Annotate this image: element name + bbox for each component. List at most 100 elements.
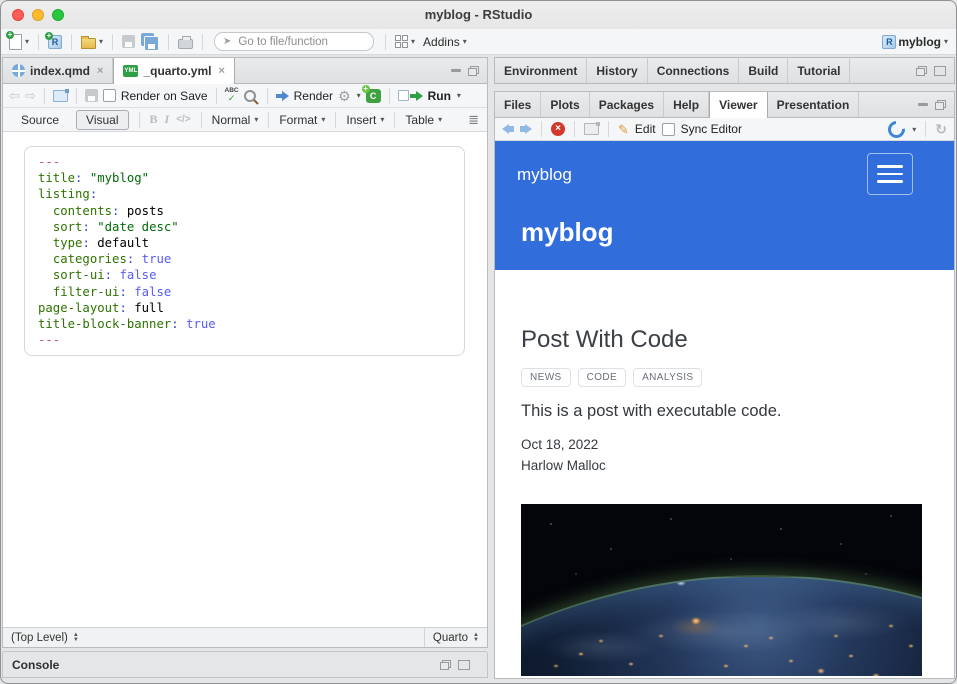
paragraph-style-dropdown[interactable]: Normal ▾ xyxy=(212,113,259,127)
tab-history[interactable]: History xyxy=(587,58,647,83)
outline-toggle-icon[interactable]: ≣ xyxy=(468,112,479,128)
run-button[interactable]: Run xyxy=(428,89,451,103)
new-project-button[interactable]: R+ xyxy=(46,34,64,50)
tab-build[interactable]: Build xyxy=(739,58,788,83)
tab-files[interactable]: Files xyxy=(495,92,541,117)
addins-label: Addins xyxy=(423,35,460,49)
maximize-pane-icon[interactable] xyxy=(934,66,946,76)
yaml-code[interactable]: ---title: "myblog"listing: contents: pos… xyxy=(24,146,465,356)
category-badge[interactable]: ANALYSIS xyxy=(633,368,702,387)
minimize-pane-icon[interactable] xyxy=(451,69,461,72)
restore-pane-icon[interactable] xyxy=(440,660,451,670)
project-menu-button[interactable]: R myblog ▾ xyxy=(880,34,950,50)
close-icon[interactable]: × xyxy=(97,65,103,77)
viewer-back-button[interactable] xyxy=(502,124,514,134)
search-icon[interactable] xyxy=(244,90,256,102)
stop-icon[interactable]: × xyxy=(551,122,565,136)
maximize-pane-icon[interactable] xyxy=(458,660,470,670)
table-label: Table xyxy=(405,113,434,127)
tab-plots[interactable]: Plots xyxy=(541,92,589,117)
hamburger-menu-button[interactable] xyxy=(867,153,913,195)
gear-icon[interactable]: ⚙ xyxy=(338,89,351,103)
insert-dropdown[interactable]: Insert ▾ xyxy=(346,113,384,127)
minimize-pane-icon[interactable] xyxy=(918,103,928,106)
editor-statusbar: (Top Level) ▲▼ Quarto ▲▼ xyxy=(3,627,487,647)
save-icon[interactable] xyxy=(85,89,98,102)
render-button[interactable]: Render xyxy=(294,89,333,103)
refresh-icon[interactable]: ↻ xyxy=(935,122,947,136)
post-hero-image xyxy=(521,504,922,676)
pane-layout-icon xyxy=(395,35,408,48)
source-mode-button[interactable]: Source xyxy=(11,110,69,130)
open-in-new-window-icon[interactable] xyxy=(53,90,68,102)
save-all-button[interactable] xyxy=(141,33,161,51)
print-button[interactable] xyxy=(176,34,195,50)
render-on-save-checkbox[interactable] xyxy=(103,89,116,102)
site-banner-title: myblog xyxy=(521,217,613,248)
code-token: --- xyxy=(38,155,60,169)
tab-quarto-yml[interactable]: YML _quarto.yml × xyxy=(113,58,234,84)
post-category-badges: NEWS CODE ANALYSIS xyxy=(521,368,702,387)
bold-button[interactable]: B xyxy=(150,112,158,127)
code-token: "myblog" xyxy=(90,171,149,185)
source-tabbar: index.qmd × YML _quarto.yml × xyxy=(3,58,487,84)
maximize-pane-icon[interactable] xyxy=(935,100,946,110)
pane-layout-button[interactable]: ▾ xyxy=(393,34,417,49)
tab-help[interactable]: Help xyxy=(664,92,709,117)
console-pane: Console xyxy=(2,651,488,678)
spellcheck-button[interactable]: ABC✓ xyxy=(225,88,239,103)
visual-editor-canvas[interactable]: ---title: "myblog"listing: contents: pos… xyxy=(3,132,487,627)
publish-icon[interactable] xyxy=(885,117,909,141)
back-icon[interactable]: ⇦ xyxy=(9,89,20,102)
open-in-new-window-icon[interactable] xyxy=(584,123,599,135)
new-file-button[interactable]: + ▾ xyxy=(7,33,31,51)
table-dropdown[interactable]: Table ▾ xyxy=(405,113,442,127)
chevron-down-icon: ▾ xyxy=(438,115,442,124)
tab-label: Presentation xyxy=(777,98,850,112)
category-badge[interactable]: CODE xyxy=(578,368,627,387)
edit-button[interactable]: Edit xyxy=(635,122,656,136)
tab-tutorial[interactable]: Tutorial xyxy=(788,58,850,83)
tab-index-qmd[interactable]: index.qmd × xyxy=(3,58,113,83)
separator xyxy=(541,121,542,137)
goto-file-input[interactable] xyxy=(236,35,365,49)
category-badge[interactable]: NEWS xyxy=(521,368,571,387)
site-brand[interactable]: myblog xyxy=(517,165,572,185)
filetype-selector[interactable]: Quarto ▲▼ xyxy=(424,628,487,647)
viewer-forward-button[interactable] xyxy=(520,124,532,134)
goto-file-search[interactable]: ➤ xyxy=(214,32,374,51)
tab-label: Help xyxy=(673,98,699,112)
tab-connections[interactable]: Connections xyxy=(648,58,740,83)
code-token xyxy=(82,171,89,185)
maximize-pane-icon[interactable] xyxy=(468,66,479,76)
format-dropdown[interactable]: Format ▾ xyxy=(279,113,325,127)
code-button[interactable]: </> xyxy=(176,114,190,125)
code-token: categories xyxy=(53,252,127,266)
tab-packages[interactable]: Packages xyxy=(590,92,664,117)
save-button[interactable] xyxy=(120,34,137,49)
code-token: filter-ui xyxy=(53,285,120,299)
project-icon: R xyxy=(882,35,896,49)
site-header-banner: myblog myblog xyxy=(495,141,954,270)
open-file-button[interactable]: ▾ xyxy=(79,34,105,50)
insert-chunk-button[interactable]: C xyxy=(366,89,381,103)
city-lights-decoration xyxy=(521,577,922,676)
visual-mode-button[interactable]: Visual xyxy=(76,110,128,130)
italic-button[interactable]: I xyxy=(165,112,170,127)
code-token xyxy=(38,236,53,250)
sync-editor-checkbox[interactable] xyxy=(662,123,675,136)
tab-presentation[interactable]: Presentation xyxy=(768,92,860,117)
restore-pane-icon[interactable] xyxy=(916,66,927,76)
new-document-icon: + xyxy=(9,34,22,50)
scope-selector[interactable]: (Top Level) ▲▼ xyxy=(3,632,424,644)
tab-label: Build xyxy=(748,64,778,78)
tab-environment[interactable]: Environment xyxy=(495,58,587,83)
forward-icon[interactable]: ⇨ xyxy=(25,89,36,102)
addins-button[interactable]: Addins ▾ xyxy=(421,34,469,50)
chevron-down-icon: ▾ xyxy=(25,37,29,46)
code-token xyxy=(38,285,53,299)
close-icon[interactable]: × xyxy=(218,65,224,77)
separator xyxy=(574,121,575,137)
code-token: true xyxy=(186,317,216,331)
tab-viewer[interactable]: Viewer xyxy=(709,92,767,118)
